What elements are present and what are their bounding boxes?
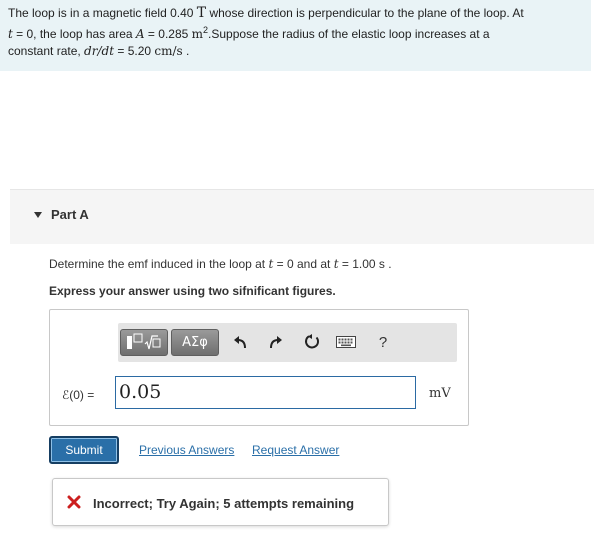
problem-line-2: t = 0, the loop has area A = 0.285 m2.Su… <box>8 25 490 41</box>
instruction-text: Express your answer using two sifnifican… <box>49 284 336 298</box>
reset-icon[interactable] <box>301 331 323 353</box>
unit-label: mV <box>429 386 451 401</box>
answer-label: ℰ(0) = <box>62 388 95 402</box>
feedback-text: Incorrect; Try Again; 5 attempts remaini… <box>93 496 355 511</box>
problem-line-1: The loop is in a magnetic field 0.40 T w… <box>8 5 524 21</box>
incorrect-x-icon <box>67 495 81 509</box>
part-a-label: Part A <box>51 207 89 222</box>
problem-statement: The loop is in a magnetic field 0.40 T w… <box>0 0 591 71</box>
answer-input[interactable]: 0.05 <box>115 376 416 409</box>
problem-line-3: constant rate, dr/dt = 5.20 cm/s . <box>8 44 190 58</box>
question-text: Determine the emf induced in the loop at… <box>49 257 392 271</box>
templates-icon <box>127 333 161 350</box>
math-toolbar: ΑΣφ ? <box>118 323 457 362</box>
keyboard-icon[interactable] <box>335 331 357 353</box>
submit-button[interactable]: Submit <box>49 436 119 464</box>
request-answer-link[interactable]: Request Answer <box>252 443 339 457</box>
undo-icon[interactable] <box>230 331 252 353</box>
help-button[interactable]: ? <box>372 331 394 353</box>
previous-answers-link[interactable]: Previous Answers <box>139 443 234 457</box>
caret-down-icon[interactable] <box>34 212 42 218</box>
templates-button[interactable] <box>120 329 168 356</box>
redo-icon[interactable] <box>264 331 286 353</box>
greek-symbols-button[interactable]: ΑΣφ <box>171 329 219 356</box>
feedback-box: Incorrect; Try Again; 5 attempts remaini… <box>52 478 389 526</box>
answer-panel: ΑΣφ ? ℰ(0) = 0.05 mV <box>49 309 469 426</box>
part-a-header[interactable]: Part A <box>10 189 594 244</box>
